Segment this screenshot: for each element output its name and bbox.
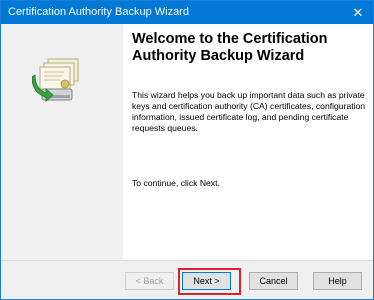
certificate-backup-icon — [32, 58, 79, 102]
wizard-heading: Welcome to the Certification Authority B… — [132, 31, 328, 64]
wizard-description: This wizard helps you back up important … — [132, 90, 366, 133]
wizard-window: Certification Authority Backup Wizard ✕ … — [0, 0, 374, 300]
close-button[interactable]: ✕ — [343, 1, 373, 24]
next-button-highlight — [178, 268, 241, 295]
close-icon: ✕ — [352, 5, 364, 20]
footer-divider — [1, 260, 373, 261]
title-bar[interactable]: Certification Authority Backup Wizard ✕ — [1, 1, 373, 24]
help-button[interactable]: Help — [313, 272, 362, 290]
wizard-sidebar — [1, 24, 123, 260]
back-button[interactable]: < Back — [125, 272, 174, 290]
cancel-button[interactable]: Cancel — [249, 272, 298, 290]
window-title: Certification Authority Backup Wizard — [8, 6, 189, 18]
wizard-content: Welcome to the Certification Authority B… — [123, 24, 373, 260]
continue-instruction: To continue, click Next. — [132, 178, 220, 188]
